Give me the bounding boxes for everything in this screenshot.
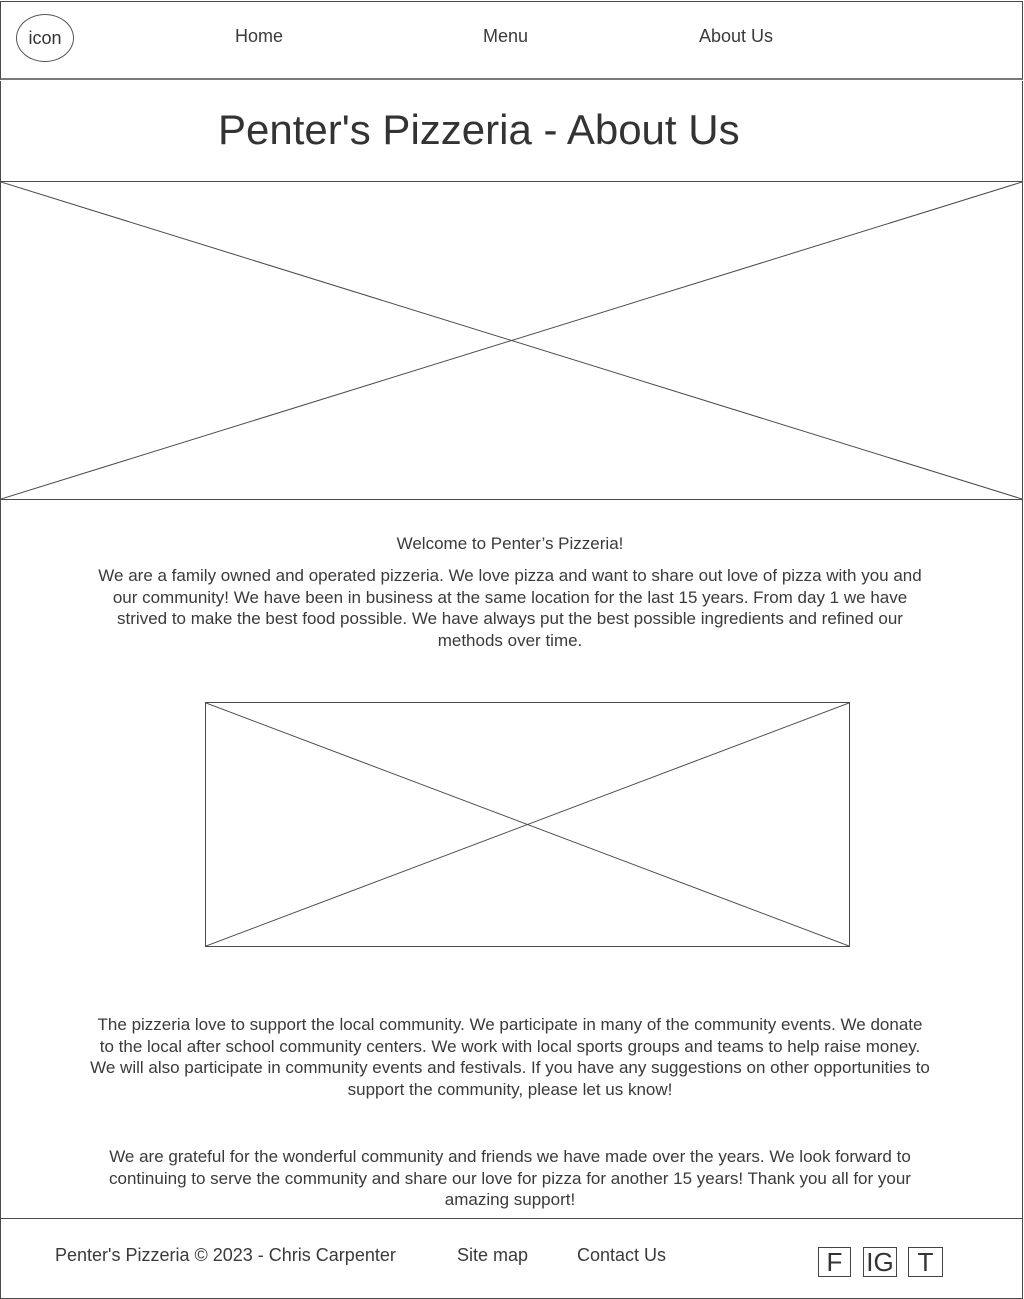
- twitter-icon[interactable]: T: [908, 1247, 943, 1277]
- image-placeholder-icon: [1, 182, 1022, 499]
- page-title: Penter's Pizzeria - About Us: [218, 106, 740, 153]
- hero-image-placeholder: [0, 181, 1023, 500]
- nav-link-home[interactable]: Home: [235, 26, 283, 47]
- intro-paragraph: We are a family owned and operated pizze…: [98, 566, 922, 651]
- footer-copyright: Penter's Pizzeria © 2023 - Chris Carpent…: [55, 1245, 396, 1265]
- logo-icon[interactable]: icon: [16, 14, 74, 62]
- nav-link-menu[interactable]: Menu: [483, 26, 528, 47]
- thanks-paragraph: We are grateful for the wonderful commun…: [109, 1147, 911, 1210]
- welcome-heading: Welcome to Penter’s Pizzeria!: [396, 534, 624, 553]
- facebook-icon[interactable]: F: [818, 1247, 851, 1277]
- content-image-placeholder: [205, 702, 850, 947]
- nav-link-about-us[interactable]: About Us: [699, 26, 773, 47]
- footer-sitemap-link[interactable]: Site map: [457, 1245, 528, 1266]
- instagram-icon[interactable]: IG: [863, 1247, 897, 1277]
- community-paragraph: The pizzeria love to support the local c…: [90, 1015, 930, 1100]
- footer-contact-link[interactable]: Contact Us: [577, 1245, 666, 1266]
- image-placeholder-icon: [206, 703, 849, 946]
